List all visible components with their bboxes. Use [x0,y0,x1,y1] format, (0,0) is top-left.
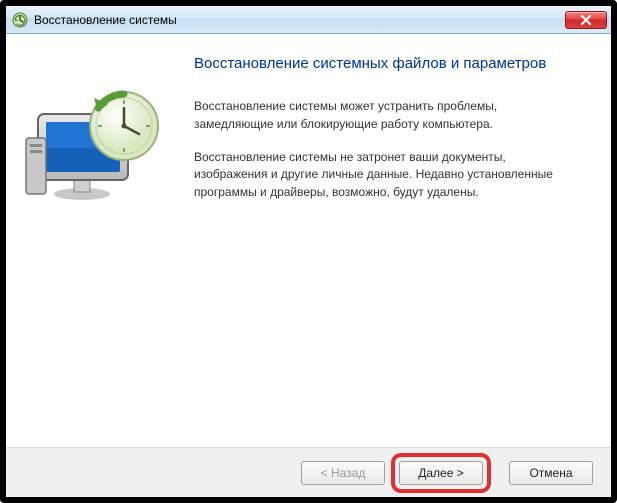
heading: Восстановление системных файлов и параме… [194,54,587,74]
text-column: Восстановление системных файлов и параме… [194,54,587,437]
close-icon [581,15,591,25]
next-button[interactable]: Далее > [399,461,483,485]
paragraph-2: Восстановление системы не затронет ваши … [194,149,554,201]
titlebar[interactable]: Восстановление системы [6,6,611,34]
button-bar: < Назад Далее > Отмена [6,447,611,497]
content-area: Восстановление системных файлов и параме… [6,34,611,447]
cancel-button[interactable]: Отмена [509,461,593,485]
back-button: < Назад [301,461,385,485]
system-restore-large-icon [24,84,174,204]
highlight-annotation: Далее > [391,453,491,493]
paragraph-1: Восстановление системы может устранить п… [194,98,554,133]
system-restore-icon [12,12,28,28]
window-title: Восстановление системы [34,13,565,27]
icon-column [24,54,194,437]
close-button[interactable] [565,11,607,29]
dialog-window: Восстановление системы [0,0,617,503]
